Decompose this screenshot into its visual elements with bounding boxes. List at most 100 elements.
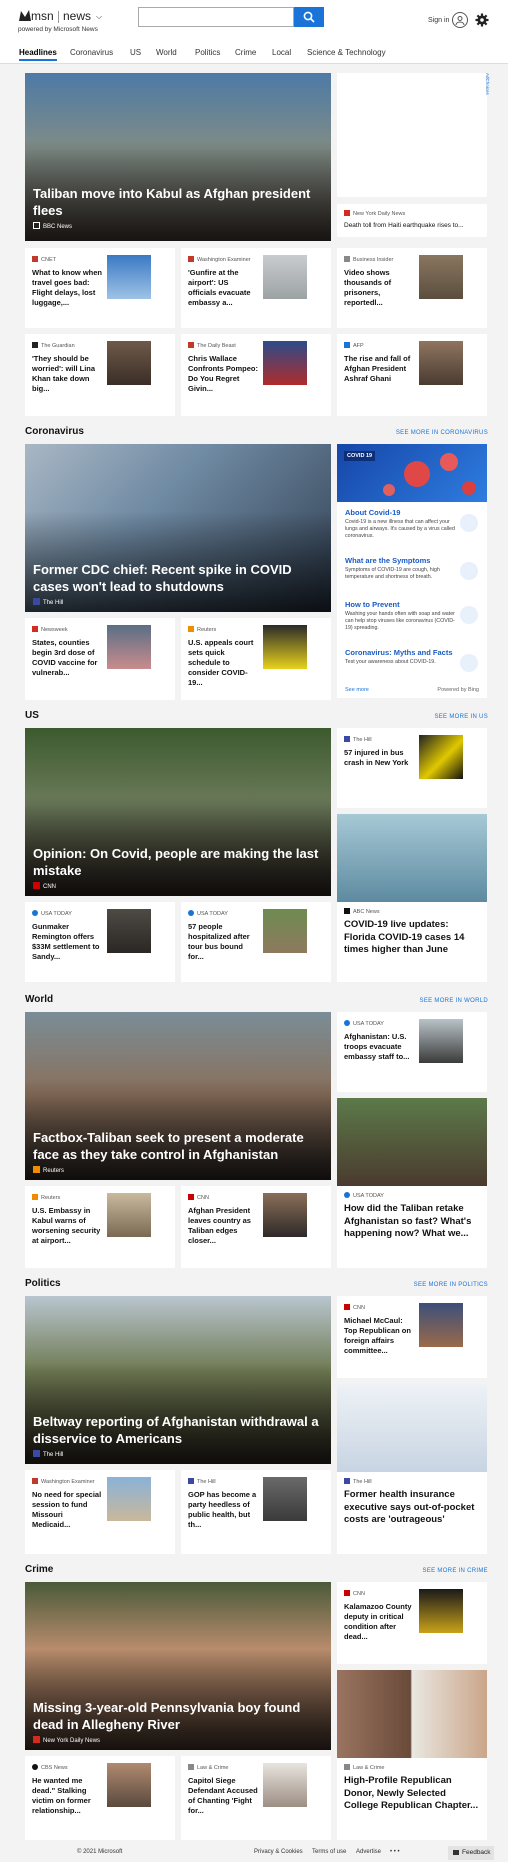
news-card[interactable]: CBS News He wanted me dead." Stalking vi… [25,1756,175,1840]
covid-item-about[interactable]: About Covid-19 Covid-19 is a new illness… [342,504,482,550]
covid-item-title[interactable]: What are the Symptoms [345,556,430,565]
covid-item-myths[interactable]: Coronavirus: Myths and Facts Test your a… [342,644,482,690]
card-title[interactable]: He wanted me dead." Stalking victim on f… [32,1776,102,1816]
news-card-tall[interactable]: The Hill Former health insurance executi… [337,1384,487,1554]
headline-hero-card[interactable]: Taliban move into Kabul as Afghan presid… [25,73,331,241]
covid-item-title[interactable]: About Covid-19 [345,508,400,517]
card-title[interactable]: States, counties begin 3rd dose of COVID… [32,638,102,678]
see-more-coronavirus-link[interactable]: SEE MORE IN CORONAVIRUS [396,430,488,436]
headline-side-card[interactable]: New York Daily News Death toll from Hait… [337,204,487,237]
news-card[interactable]: Washington Examiner 'Gunfire at the airp… [181,248,331,328]
news-card[interactable]: Washington Examiner No need for special … [25,1470,175,1554]
card-title[interactable]: Kalamazoo County deputy in critical cond… [344,1602,414,1642]
card-title[interactable]: No need for special session to fund Miss… [32,1490,102,1530]
section-heading-world[interactable]: World [25,994,53,1005]
feedback-button[interactable]: Feedback [448,1846,494,1860]
news-card[interactable]: CNN Kalamazoo County deputy in critical … [337,1582,487,1664]
gear-icon[interactable] [475,13,489,27]
tab-crime[interactable]: Crime [235,48,256,57]
card-title[interactable]: Former health insurance executive says o… [344,1489,480,1527]
avatar[interactable] [452,12,468,28]
covid-item-title[interactable]: Coronavirus: Myths and Facts [345,648,453,657]
more-options-icon[interactable]: • • • [390,1849,400,1855]
news-card[interactable]: CNN Afghan President leaves country as T… [181,1186,331,1268]
card-title[interactable]: Chris Wallace Confronts Pompeo: Do You R… [188,354,258,394]
tab-us[interactable]: US [130,48,141,57]
card-title[interactable]: What to know when travel goes bad: Fligh… [32,268,102,308]
news-card[interactable]: The Hill 57 injured in bus crash in New … [337,728,487,808]
see-more-world-link[interactable]: SEE MORE IN WORLD [420,998,488,1004]
card-title[interactable]: Gunmaker Remington offers $33M settlemen… [32,922,102,962]
world-hero-card[interactable]: Factbox-Taliban seek to present a modera… [25,1012,331,1180]
hero-title[interactable]: Beltway reporting of Afghanistan withdra… [33,1413,323,1447]
card-title[interactable]: Afghanistan: U.S. troops evacuate embass… [344,1032,414,1062]
card-title[interactable]: U.S. appeals court sets quick schedule t… [188,638,258,688]
card-title[interactable]: 'Gunfire at the airport': US officials e… [188,268,258,308]
crime-hero-card[interactable]: Missing 3-year-old Pennsylvania boy foun… [25,1582,331,1750]
card-title[interactable]: 57 people hospitalized after tour bus bo… [188,922,258,962]
news-card[interactable]: USA TODAY 57 people hospitalized after t… [181,902,331,982]
ad-choices[interactable]: AdChoices [484,73,490,113]
news-card[interactable]: Newsweek States, counties begin 3rd dose… [25,618,175,700]
card-title[interactable]: Michael McCaul: Top Republican on foreig… [344,1316,414,1356]
news-card[interactable]: Business Insider Video shows thousands o… [337,248,487,328]
news-card[interactable]: Law & Crime Capitol Siege Defendant Accu… [181,1756,331,1840]
section-heading-us[interactable]: US [25,710,39,721]
us-hero-card[interactable]: Opinion: On Covid, people are making the… [25,728,331,896]
card-title[interactable]: High-Profile Republican Donor, Newly Sel… [344,1775,480,1813]
card-title[interactable]: U.S. Embassy in Kabul warns of worsening… [32,1206,102,1246]
news-card[interactable]: The Daily Beast Chris Wallace Confronts … [181,334,331,416]
news-card[interactable]: CNN Michael McCaul: Top Republican on fo… [337,1296,487,1378]
advertisement[interactable] [337,73,487,197]
news-card[interactable]: The Guardian 'They should be worried': w… [25,334,175,416]
card-title[interactable]: Capitol Siege Defendant Accused of Chant… [188,1776,258,1816]
card-title[interactable]: Video shows thousands of prisoners, repo… [344,268,414,308]
hero-title[interactable]: Opinion: On Covid, people are making the… [33,845,323,879]
privacy-link[interactable]: Privacy & Cookies [254,1849,303,1855]
card-title[interactable]: The rise and fall of Afghan President As… [344,354,414,384]
msn-logo[interactable]: msn news ⌵ powered by Microsoft News [18,8,118,38]
hero-title[interactable]: Taliban move into Kabul as Afghan presid… [33,185,323,219]
section-heading-politics[interactable]: Politics [25,1278,61,1289]
see-more-politics-link[interactable]: SEE MORE IN POLITICS [414,1282,488,1288]
section-heading-crime[interactable]: Crime [25,1564,53,1575]
news-card-tall[interactable]: USA TODAY How did the Taliban retake Afg… [337,1098,487,1268]
sign-in-link[interactable]: Sign in [428,17,449,24]
news-card[interactable]: Reuters U.S. appeals court sets quick sc… [181,618,331,700]
news-card[interactable]: USA TODAY Afghanistan: U.S. troops evacu… [337,1012,487,1092]
news-card-tall[interactable]: Law & Crime High-Profile Republican Dono… [337,1670,487,1840]
card-title[interactable]: 'They should be worried': will Lina Khan… [32,354,102,394]
news-card[interactable]: Reuters U.S. Embassy in Kabul warns of w… [25,1186,175,1268]
covid-item-title[interactable]: How to Prevent [345,600,400,609]
tab-science-technology[interactable]: Science & Technology [307,48,386,57]
hero-title[interactable]: Factbox-Taliban seek to present a modera… [33,1129,323,1163]
card-title[interactable]: COVID-19 live updates: Florida COVID-19 … [344,919,480,957]
see-more-crime-link[interactable]: SEE MORE IN CRIME [423,1568,488,1574]
news-card[interactable]: CNET What to know when travel goes bad: … [25,248,175,328]
card-title[interactable]: 57 injured in bus crash in New York [344,748,414,768]
tab-politics[interactable]: Politics [195,48,220,57]
covid-item-prevent[interactable]: How to Prevent Washing your hands often … [342,596,482,642]
hero-title[interactable]: Missing 3-year-old Pennsylvania boy foun… [33,1699,323,1733]
hero-title[interactable]: Former CDC chief: Recent spike in COVID … [33,561,323,595]
tab-coronavirus[interactable]: Coronavirus [70,48,113,57]
search-button[interactable] [294,7,324,27]
see-more-us-link[interactable]: SEE MORE IN US [434,714,488,720]
covid-see-more-link[interactable]: See more [345,687,369,693]
news-card[interactable]: AFP The rise and fall of Afghan Presiden… [337,334,487,416]
card-title[interactable]: Death toll from Haiti earthquake rises t… [344,222,464,229]
advertise-link[interactable]: Advertise [356,1849,381,1855]
covid-item-symptoms[interactable]: What are the Symptoms Symptoms of COVID-… [342,552,482,598]
terms-link[interactable]: Terms of use [312,1849,346,1855]
section-heading-coronavirus[interactable]: Coronavirus [25,426,84,437]
news-card-tall[interactable]: ABC News COVID-19 live updates: Florida … [337,814,487,982]
tab-world[interactable]: World [156,48,177,57]
card-title[interactable]: Afghan President leaves country as Talib… [188,1206,258,1246]
chevron-down-icon[interactable]: ⌵ [96,12,102,22]
news-card[interactable]: USA TODAY Gunmaker Remington offers $33M… [25,902,175,982]
card-title[interactable]: How did the Taliban retake Afghanistan s… [344,1203,480,1241]
tab-headlines[interactable]: Headlines [19,48,57,61]
news-card[interactable]: The Hill GOP has become a party heedless… [181,1470,331,1554]
search-input[interactable] [139,9,293,27]
coronavirus-hero-card[interactable]: Former CDC chief: Recent spike in COVID … [25,444,331,612]
